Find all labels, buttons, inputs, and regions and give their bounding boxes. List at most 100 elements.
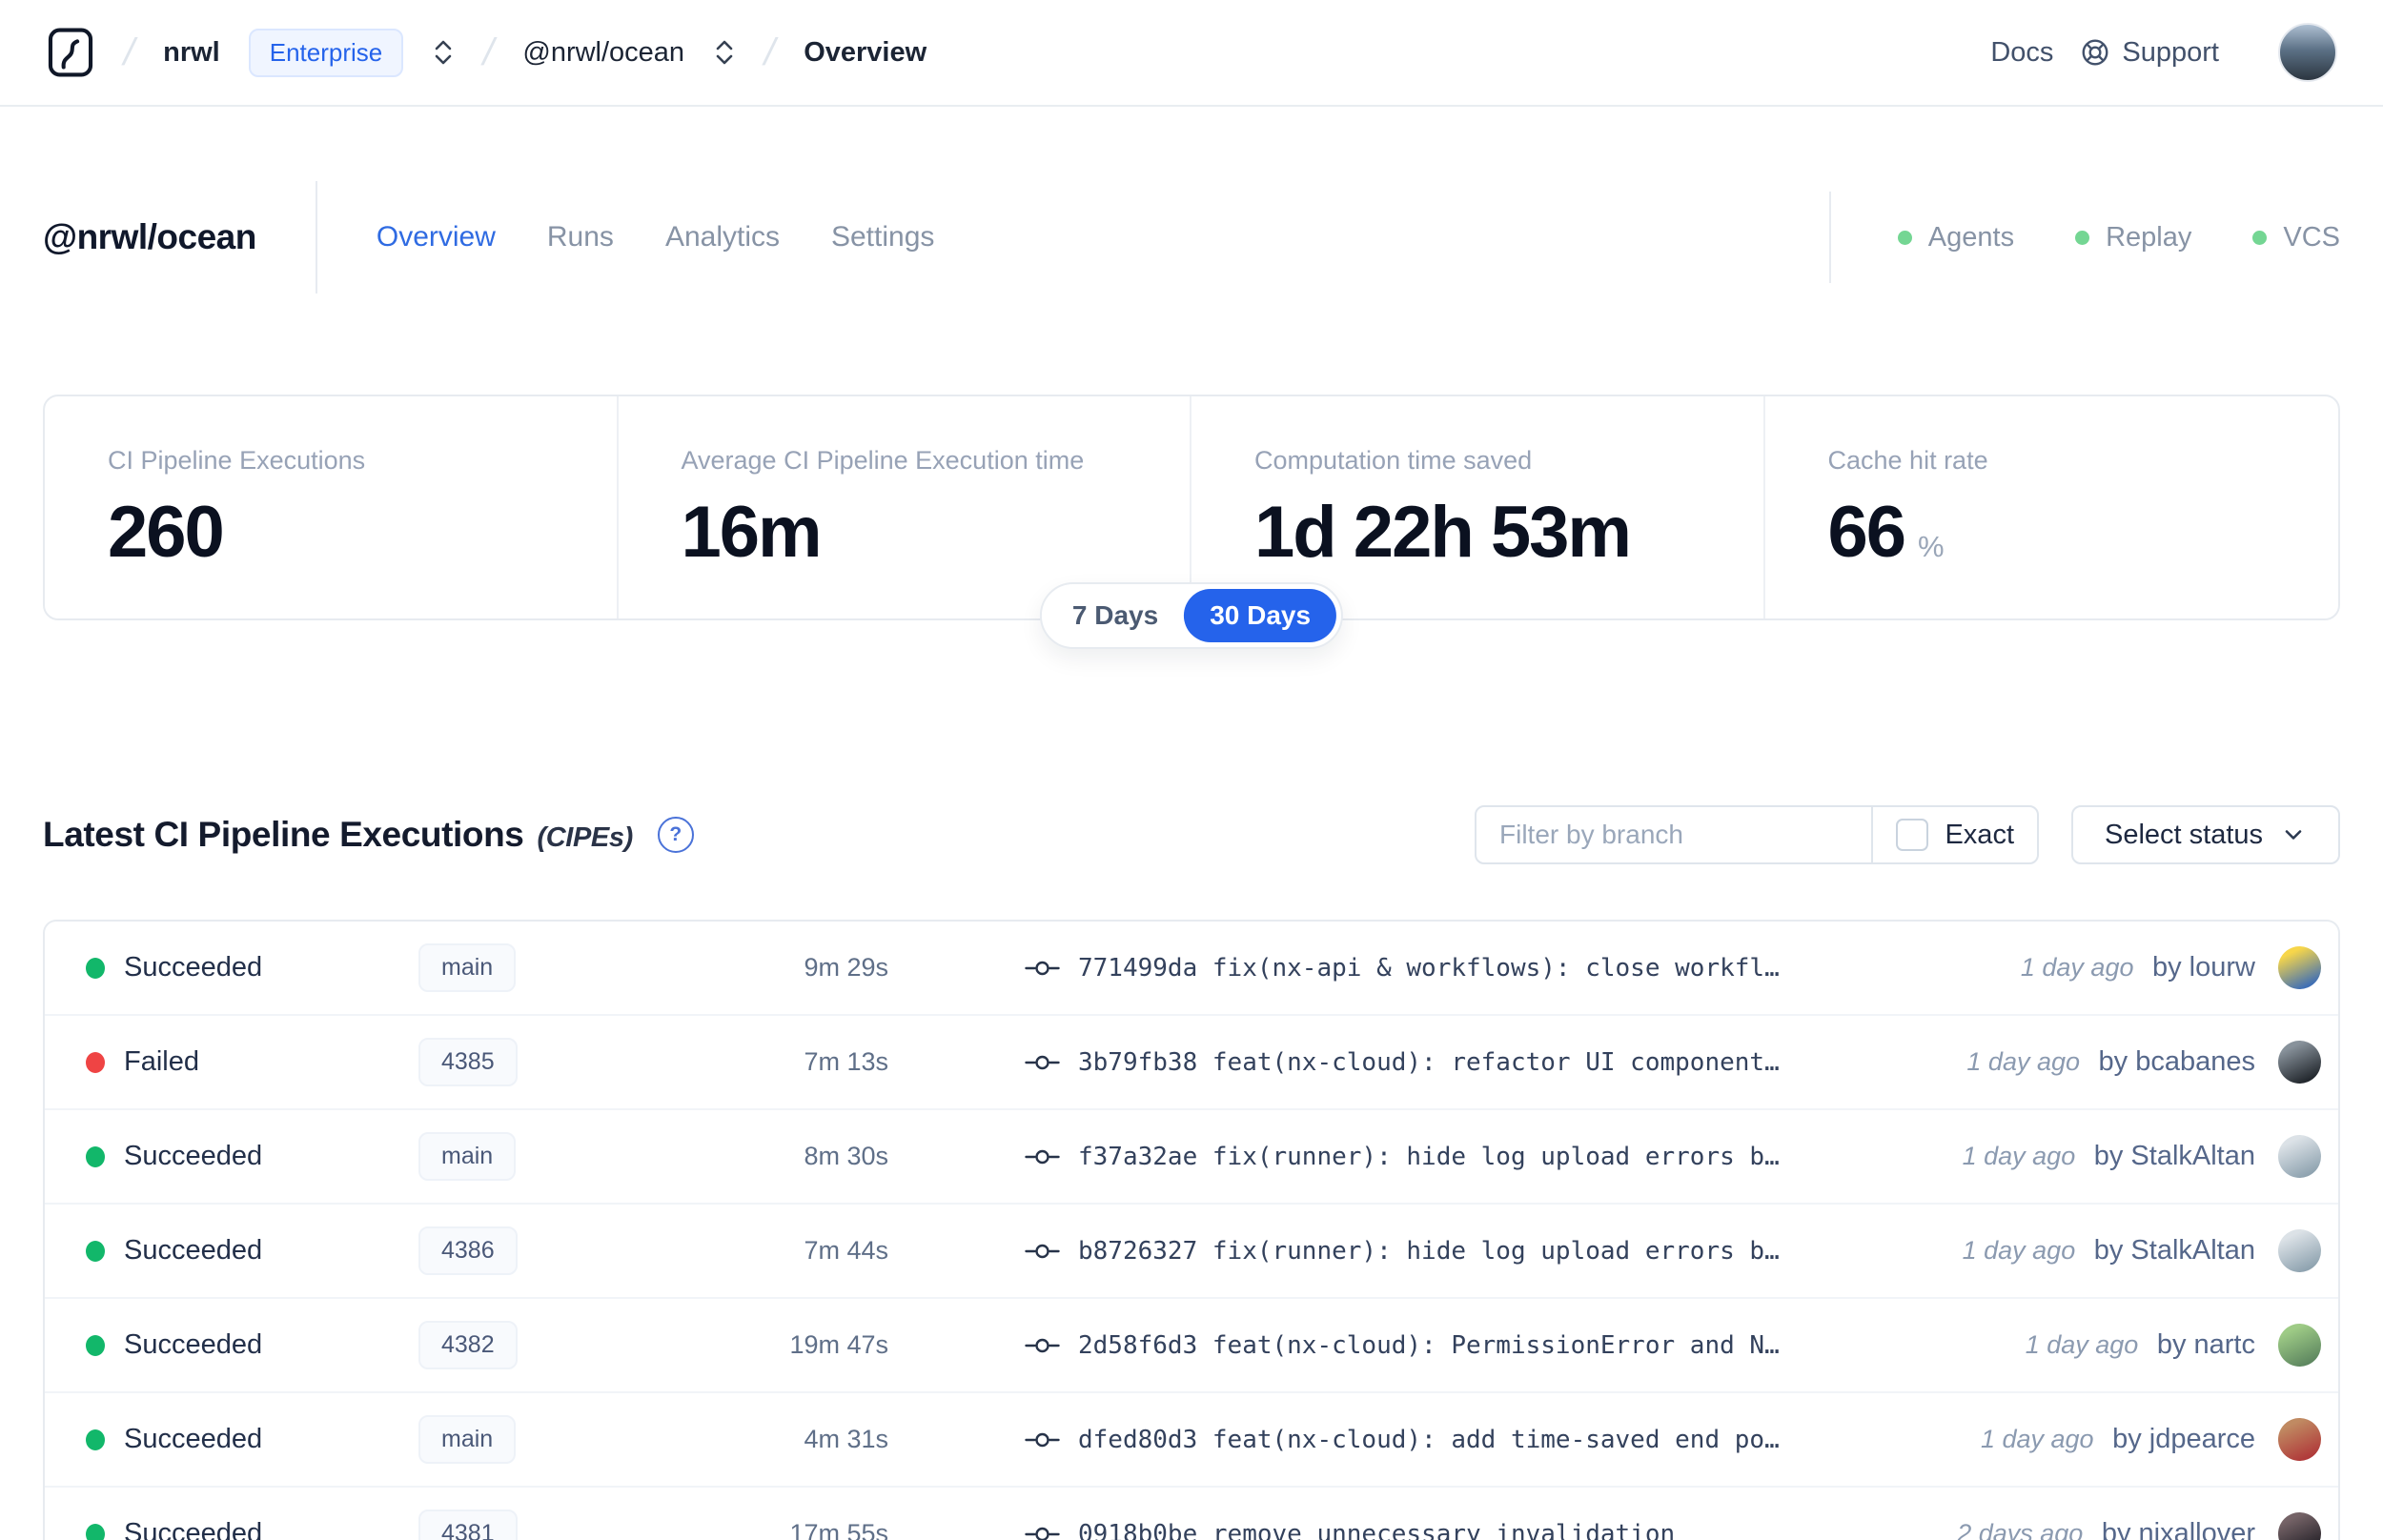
- table-row[interactable]: Succeeded main 4m 31s dfed80d3 feat(nx-c…: [45, 1393, 2338, 1488]
- indicator-agents: Agents: [1897, 222, 2014, 253]
- support-label: Support: [2122, 36, 2219, 68]
- commit-message: feat(nx-cloud): PermissionError and N…: [1212, 1330, 1780, 1360]
- branch-badge[interactable]: 4386: [418, 1226, 518, 1275]
- commit-message: feat(nx-cloud): refactor UI component…: [1212, 1047, 1780, 1077]
- stat-value: 16m: [681, 492, 823, 573]
- git-commit-icon: [1025, 1051, 1060, 1074]
- breadcrumb-separator: /: [760, 30, 780, 73]
- time-ago-label: 1 day ago: [1980, 1425, 2094, 1453]
- lifebuoy-icon: [2080, 37, 2110, 68]
- branch-filter-group: Exact: [1475, 805, 2039, 864]
- workspace-switcher-chevrons-icon[interactable]: [713, 37, 736, 68]
- branch-badge[interactable]: main: [418, 1132, 517, 1181]
- table-row[interactable]: Succeeded 4382 19m 47s 2d58f6d3 feat(nx-…: [45, 1299, 2338, 1393]
- plan-badge: Enterprise: [248, 28, 404, 77]
- table-row[interactable]: Succeeded 4386 7m 44s b8726327 fix(runne…: [45, 1205, 2338, 1299]
- time-ago-label: 1 day ago: [1962, 1142, 2076, 1170]
- stat-value: 66: [1827, 492, 1907, 573]
- table-row[interactable]: Succeeded main 9m 29s 771499da fix(nx-ap…: [45, 922, 2338, 1016]
- branch-cell: main: [418, 1415, 676, 1464]
- exact-label: Exact: [1945, 819, 2014, 850]
- commit-link[interactable]: f37a32ae fix(runner): hide log upload er…: [888, 1143, 1944, 1171]
- org-switcher-chevrons-icon[interactable]: [432, 37, 455, 68]
- status-dot-icon: [86, 1051, 105, 1073]
- commit-link[interactable]: 0918b0be remove unnecessary invalidation: [888, 1520, 1938, 1540]
- page-title: @nrwl/ocean: [43, 217, 256, 256]
- git-commit-icon: [1025, 1240, 1060, 1263]
- commit-link[interactable]: 771499da fix(nx-api & workflows): close …: [888, 954, 2002, 983]
- git-commit-icon: [1025, 1145, 1060, 1168]
- tab-settings[interactable]: Settings: [831, 221, 934, 253]
- commit-message: fix(runner): hide log upload errors b…: [1212, 1236, 1780, 1266]
- author-avatar: [2278, 1418, 2321, 1461]
- table-row[interactable]: Succeeded 4381 17m 55s 0918b0be remove u…: [45, 1488, 2338, 1540]
- current-page: Overview: [804, 36, 927, 68]
- breadcrumb-separator: /: [479, 30, 499, 73]
- duration-label: 7m 44s: [804, 1236, 888, 1265]
- exact-checkbox[interactable]: [1896, 819, 1929, 851]
- commit-link[interactable]: b8726327 fix(runner): hide log upload er…: [888, 1237, 1944, 1266]
- commit-message: fix(runner): hide log upload errors b…: [1212, 1142, 1780, 1171]
- tab-runs[interactable]: Runs: [547, 221, 614, 253]
- branch-badge[interactable]: 4381: [418, 1510, 518, 1540]
- branch-badge[interactable]: main: [418, 943, 517, 992]
- duration-label: 9m 29s: [804, 953, 888, 982]
- tab-analytics[interactable]: Analytics: [665, 221, 780, 253]
- git-commit-icon: [1025, 1429, 1060, 1451]
- author-avatar: [2278, 1512, 2321, 1540]
- branch-badge[interactable]: 4382: [418, 1321, 518, 1369]
- branch-badge[interactable]: 4385: [418, 1038, 518, 1086]
- exact-toggle[interactable]: Exact: [1873, 807, 2037, 862]
- divider: [315, 181, 317, 294]
- tab-overview[interactable]: Overview: [377, 221, 496, 253]
- period-7-days[interactable]: 7 Days: [1047, 589, 1184, 642]
- status-dot-icon: [86, 957, 105, 979]
- section-title: Latest CI Pipeline Executions (CIPEs): [43, 815, 633, 855]
- section-title-text: Latest CI Pipeline Executions: [43, 815, 524, 854]
- table-row[interactable]: Failed 4385 7m 13s 3b79fb38 feat(nx-clou…: [45, 1016, 2338, 1110]
- breadcrumb: / nrwl Enterprise / @nrwl/ocean / Overvi…: [46, 25, 927, 80]
- time-ago-label: 1 day ago: [1962, 1236, 2076, 1265]
- commit-text: dfed80d3 feat(nx-cloud): add time-saved …: [1078, 1426, 1780, 1454]
- select-status-dropdown[interactable]: Select status: [2071, 805, 2340, 864]
- org-name[interactable]: nrwl: [163, 37, 220, 69]
- top-navbar: / nrwl Enterprise / @nrwl/ocean / Overvi…: [0, 0, 2383, 107]
- commit-text: 3b79fb38 feat(nx-cloud): refactor UI com…: [1078, 1048, 1780, 1077]
- author-avatar: [2278, 1135, 2321, 1178]
- table-row[interactable]: Succeeded main 8m 30s f37a32ae fix(runne…: [45, 1110, 2338, 1205]
- help-icon[interactable]: ?: [657, 817, 694, 853]
- docs-link[interactable]: Docs: [1990, 37, 2053, 69]
- row-meta: 1 day ago by StalkAltan: [1963, 1141, 2255, 1172]
- branch-filter-input[interactable]: [1477, 807, 1872, 862]
- user-avatar[interactable]: [2278, 23, 2337, 82]
- commit-link[interactable]: dfed80d3 feat(nx-cloud): add time-saved …: [888, 1426, 1962, 1454]
- author-label: by nartc: [2156, 1329, 2255, 1360]
- workspace-name[interactable]: @nrwl/ocean: [522, 37, 684, 69]
- branch-badge[interactable]: main: [418, 1415, 517, 1464]
- commit-message: fix(nx-api & workflows): close workfl…: [1212, 953, 1780, 983]
- period-30-days[interactable]: 30 Days: [1184, 589, 1337, 642]
- commit-message: feat(nx-cloud): add time-saved end po…: [1212, 1425, 1780, 1454]
- stat-ci-pipeline-executions: CI Pipeline Executions 260: [45, 396, 619, 618]
- commit-text: 771499da fix(nx-api & workflows): close …: [1078, 954, 1780, 983]
- green-dot-icon: [1897, 230, 1912, 245]
- feature-indicators: Agents Replay VCS: [1828, 192, 2340, 283]
- status-label: Succeeded: [124, 1424, 263, 1454]
- time-ago-label: 1 day ago: [2020, 953, 2134, 982]
- git-commit-icon: [1025, 1334, 1060, 1357]
- stat-cache-hit-rate: Cache hit rate 66 %: [1765, 396, 2339, 618]
- nx-cloud-logo-icon[interactable]: [46, 25, 95, 80]
- status-dot-icon: [86, 1523, 105, 1540]
- commit-link[interactable]: 2d58f6d3 feat(nx-cloud): PermissionError…: [888, 1331, 2006, 1360]
- stat-label: Average CI Pipeline Execution time: [681, 446, 1085, 475]
- support-link[interactable]: Support: [2080, 37, 2219, 69]
- author-label: by StalkAltan: [2093, 1141, 2255, 1171]
- status-dot-icon: [86, 1145, 105, 1167]
- commit-hash: 0918b0be: [1078, 1519, 1198, 1540]
- period-toggle: 7 Days 30 Days: [1039, 582, 1344, 649]
- commit-message: remove unnecessary invalidation: [1212, 1519, 1676, 1540]
- row-meta: 2 days ago by nixallover: [1957, 1518, 2255, 1540]
- commit-link[interactable]: 3b79fb38 feat(nx-cloud): refactor UI com…: [888, 1048, 1947, 1077]
- stat-label: Cache hit rate: [1827, 446, 1988, 475]
- breadcrumb-separator: /: [119, 30, 139, 73]
